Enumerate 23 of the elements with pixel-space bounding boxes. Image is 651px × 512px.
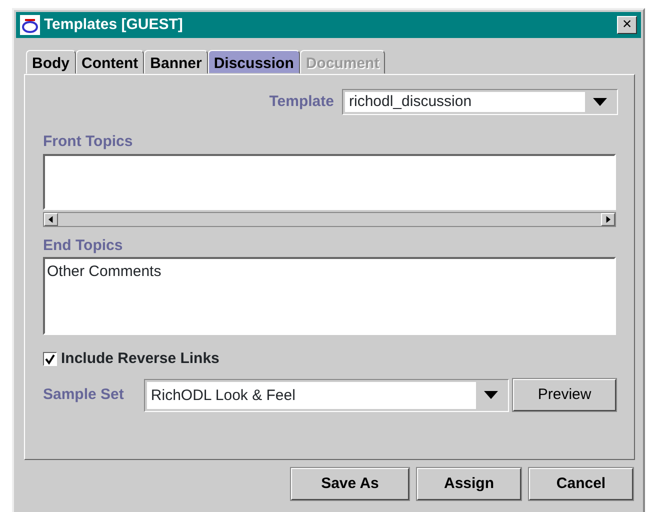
tab[interactable]: Body bbox=[26, 50, 76, 74]
app-icon bbox=[20, 15, 40, 35]
tab[interactable]: Discussion bbox=[208, 50, 300, 74]
field-label: Sample Set bbox=[43, 384, 125, 405]
sample-set-dropdown[interactable]: RichODL Look & Feel bbox=[144, 378, 510, 412]
field-label: Template bbox=[269, 92, 334, 112]
tab[interactable]: Banner bbox=[144, 50, 208, 74]
dialog-button[interactable]: Assign bbox=[417, 468, 521, 500]
window-title: Templates [GUEST] bbox=[44, 14, 183, 35]
field-label: Front Topics bbox=[43, 132, 133, 152]
checkbox-label[interactable]: Include Reverse Links bbox=[61, 348, 220, 370]
preview-button[interactable]: Preview bbox=[513, 379, 616, 411]
end-topics-area[interactable]: Other Comments bbox=[43, 257, 616, 335]
horizontal-scrollbar[interactable] bbox=[43, 212, 616, 226]
front-topics-list[interactable] bbox=[43, 154, 616, 210]
template-dropdown[interactable]: richodl_discussion bbox=[342, 89, 618, 115]
close-button[interactable]: × bbox=[617, 16, 637, 34]
dialog-button[interactable]: Save As bbox=[291, 468, 409, 500]
list-item[interactable]: Other Comments bbox=[47, 263, 162, 280]
field-label: End Topics bbox=[43, 236, 123, 256]
tab[interactable]: Content bbox=[76, 50, 144, 74]
dialog-button[interactable]: Cancel bbox=[529, 468, 633, 500]
checkbox[interactable] bbox=[43, 352, 57, 366]
